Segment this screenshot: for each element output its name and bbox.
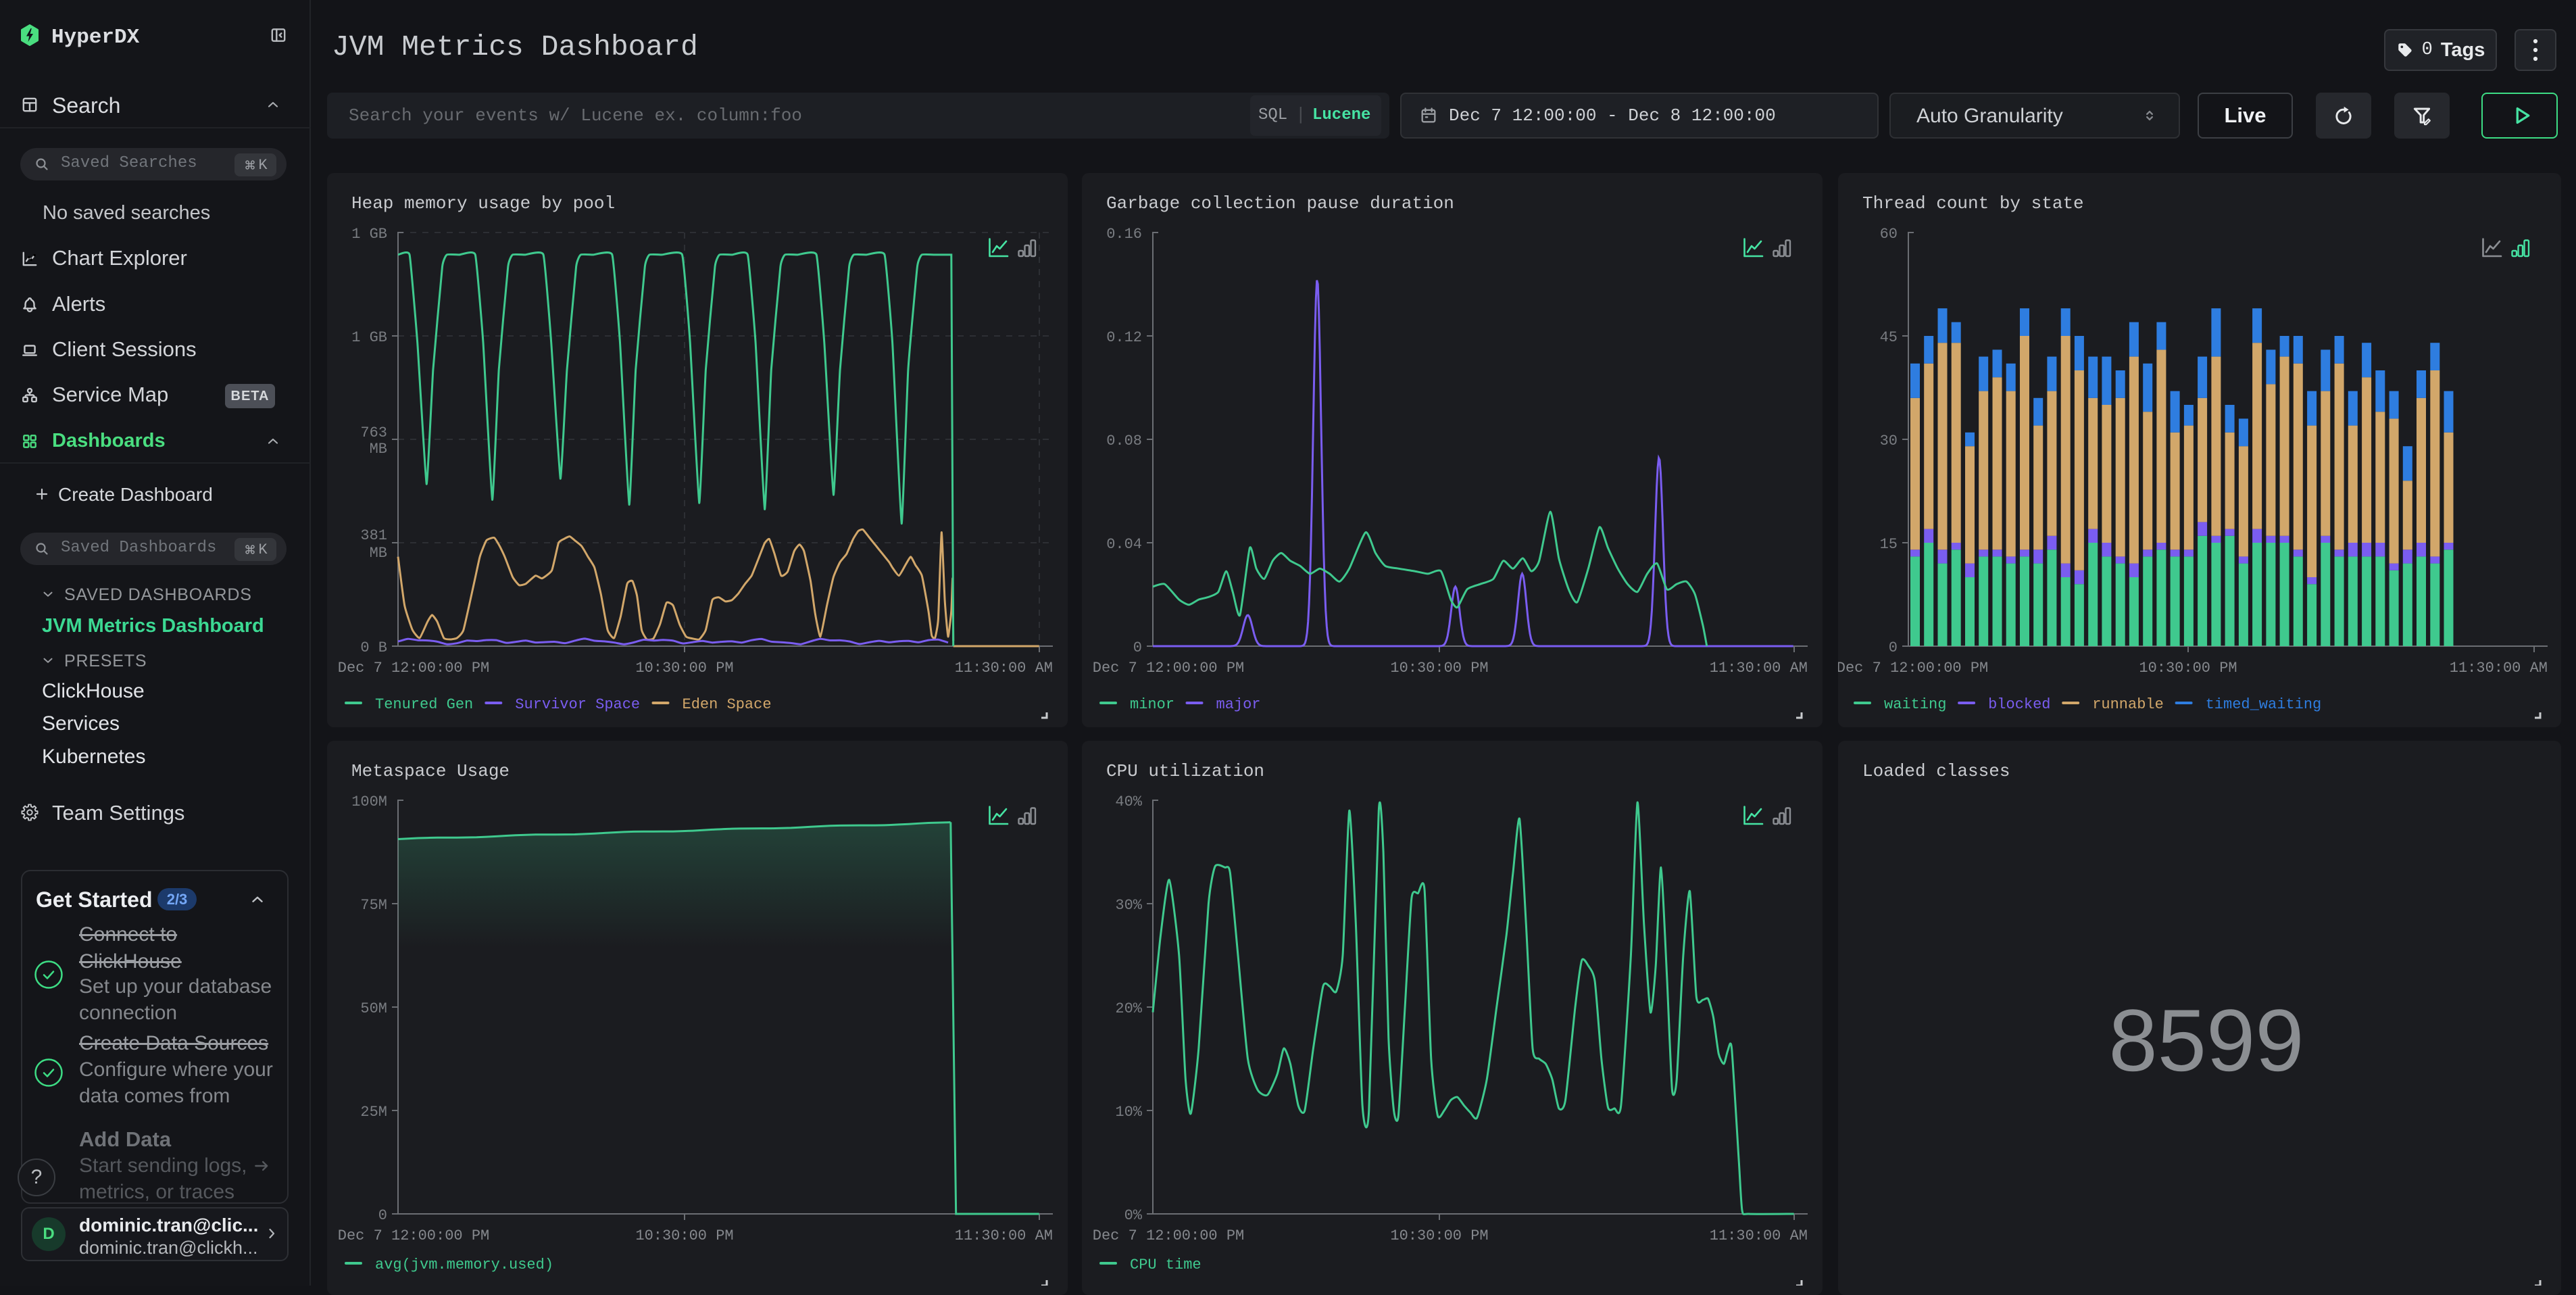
svg-text:Loaded classes: Loaded classes (1862, 761, 2010, 781)
svg-text:Eden Space: Eden Space (683, 696, 772, 713)
svg-text:10:30:00 PM: 10:30:00 PM (1390, 660, 1488, 677)
svg-text:75M: 75M (360, 897, 387, 914)
svg-text:1 GB: 1 GB (351, 329, 387, 346)
svg-text:0.12: 0.12 (1106, 329, 1142, 346)
svg-text:11:30:00 AM: 11:30:00 AM (1710, 660, 1808, 677)
svg-text:10:30:00 PM: 10:30:00 PM (635, 660, 733, 677)
svg-text:25M: 25M (360, 1104, 387, 1121)
svg-text:Tenured Gen: Tenured Gen (375, 696, 473, 713)
svg-text:minor: minor (1130, 696, 1174, 713)
svg-text:1 GB: 1 GB (351, 226, 387, 243)
svg-text:11:30:00 AM: 11:30:00 AM (2450, 660, 2548, 677)
svg-text:11:30:00 AM: 11:30:00 AM (955, 660, 1053, 677)
svg-text:20%: 20% (1115, 1000, 1142, 1017)
svg-text:MB: MB (370, 545, 387, 562)
svg-text:0.04: 0.04 (1106, 536, 1142, 553)
svg-text:0.08: 0.08 (1106, 433, 1142, 449)
svg-text:Metaspace Usage: Metaspace Usage (351, 761, 510, 781)
svg-text:10:30:00 PM: 10:30:00 PM (1390, 1227, 1488, 1244)
svg-text:runnable: runnable (2092, 696, 2164, 713)
svg-text:10:30:00 PM: 10:30:00 PM (635, 1227, 733, 1244)
svg-text:30%: 30% (1115, 897, 1142, 914)
svg-text:0: 0 (1889, 639, 1898, 656)
svg-text:50M: 50M (360, 1000, 387, 1017)
svg-text:CPU time: CPU time (1130, 1256, 1202, 1273)
svg-text:Garbage collection pause durat: Garbage collection pause duration (1106, 193, 1454, 214)
svg-text:0: 0 (1133, 639, 1142, 656)
svg-text:Dec 7 12:00:00 PM: Dec 7 12:00:00 PM (338, 1227, 489, 1244)
svg-text:blocked: blocked (1988, 696, 2050, 713)
svg-text:40%: 40% (1115, 793, 1142, 810)
svg-text:0 B: 0 B (360, 639, 387, 656)
svg-text:Dec 7 12:00:00 PM: Dec 7 12:00:00 PM (1093, 660, 1244, 677)
svg-text:Thread count by state: Thread count by state (1862, 193, 2084, 214)
svg-text:10:30:00 PM: 10:30:00 PM (2139, 660, 2237, 677)
svg-text:60: 60 (1880, 226, 1898, 243)
svg-text:10%: 10% (1115, 1104, 1142, 1121)
svg-text:CPU utilization: CPU utilization (1106, 761, 1264, 781)
svg-text:763: 763 (360, 424, 387, 441)
svg-text:Heap memory usage by pool: Heap memory usage by pool (351, 193, 615, 214)
svg-text:100M: 100M (351, 793, 387, 810)
svg-text:Dec 7 12:00:00 PM: Dec 7 12:00:00 PM (338, 660, 489, 677)
svg-text:45: 45 (1880, 329, 1898, 346)
svg-text:8599: 8599 (2108, 991, 2304, 1090)
svg-text:MB: MB (370, 441, 387, 458)
svg-text:11:30:00 AM: 11:30:00 AM (1710, 1227, 1808, 1244)
svg-text:30: 30 (1880, 433, 1898, 449)
svg-text:381: 381 (360, 527, 387, 544)
svg-text:Survivor Space: Survivor Space (515, 696, 640, 713)
svg-text:0: 0 (378, 1207, 387, 1224)
svg-text:0.16: 0.16 (1106, 226, 1142, 243)
svg-text:waiting: waiting (1884, 696, 1946, 713)
svg-text:timed_waiting: timed_waiting (2206, 696, 2322, 713)
svg-text:major: major (1216, 696, 1261, 713)
svg-text:Dec 7 12:00:00 PM: Dec 7 12:00:00 PM (1093, 1227, 1244, 1244)
svg-text:avg(jvm.memory.used): avg(jvm.memory.used) (375, 1256, 553, 1273)
svg-text:0%: 0% (1124, 1207, 1143, 1224)
svg-text:15: 15 (1880, 536, 1898, 553)
svg-text:11:30:00 AM: 11:30:00 AM (955, 1227, 1053, 1244)
svg-text:Dec 7 12:00:00 PM: Dec 7 12:00:00 PM (1838, 660, 1988, 677)
